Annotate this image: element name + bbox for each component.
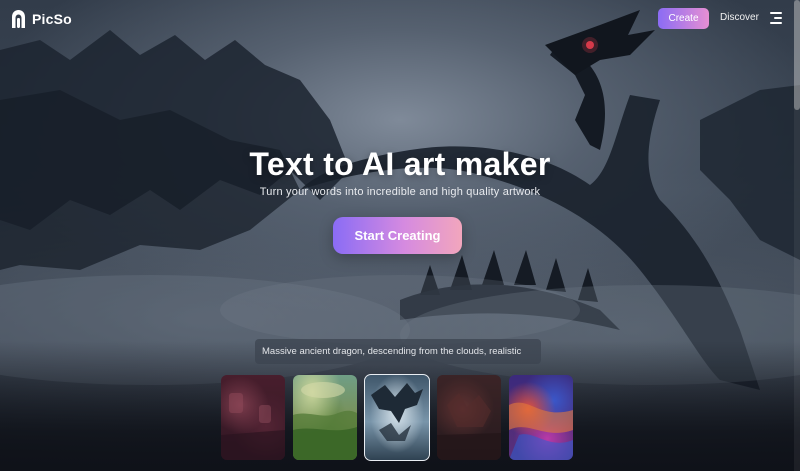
brand-name: PicSo <box>32 10 72 27</box>
thumbnail-4[interactable] <box>437 375 501 460</box>
thumbnail-5[interactable] <box>509 375 573 460</box>
example-thumbnails <box>221 374 573 461</box>
page-scrollbar[interactable] <box>794 0 800 471</box>
thumbnail-2[interactable] <box>293 375 357 460</box>
prompt-example-text: Massive ancient dragon, descending from … <box>255 339 541 364</box>
picso-logo-icon <box>12 10 25 28</box>
hamburger-menu-icon[interactable] <box>770 11 782 25</box>
thumbnail-3[interactable] <box>364 374 430 461</box>
hero-subtitle: Turn your words into incredible and high… <box>259 186 541 198</box>
thumbnail-1[interactable] <box>221 375 285 460</box>
discover-link[interactable]: Discover <box>720 12 759 23</box>
hero-title: Text to AI art maker <box>249 146 551 182</box>
create-button[interactable]: Create <box>658 8 709 29</box>
brand-logo[interactable]: PicSo <box>10 9 72 28</box>
start-creating-button[interactable]: Start Creating <box>333 217 462 254</box>
top-navigation-bar: PicSo Create Discover <box>0 0 800 37</box>
